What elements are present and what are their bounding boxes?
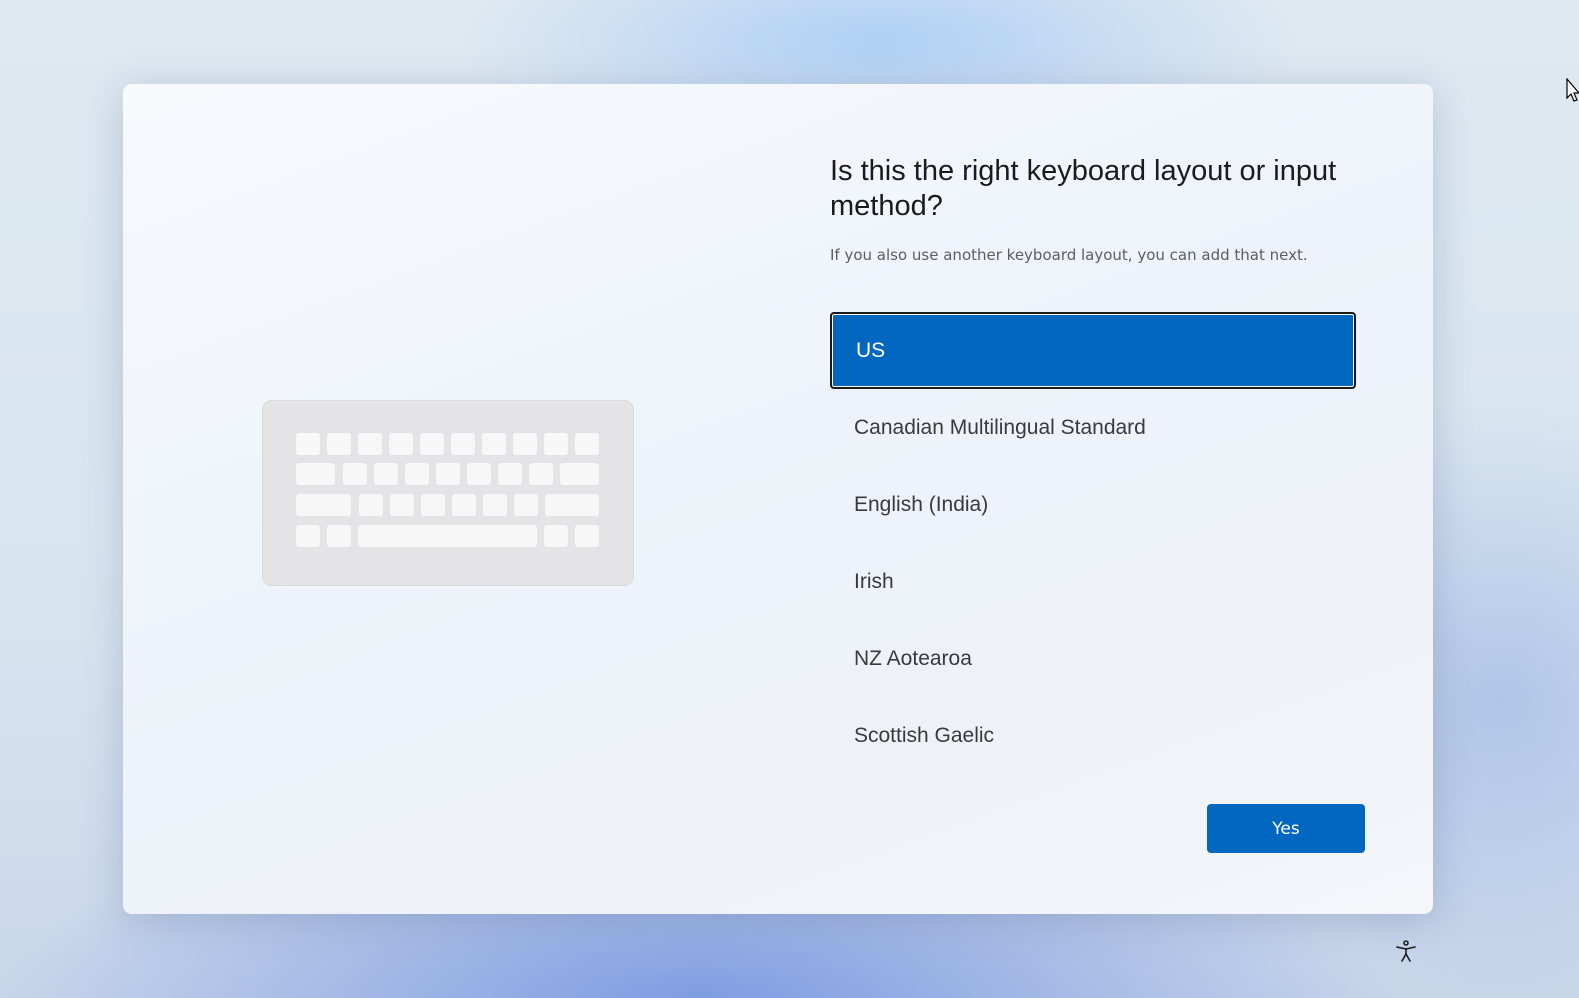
accessibility-icon[interactable] [1394, 939, 1418, 963]
layout-option-nz-aotearoa[interactable]: NZ Aotearoa [830, 620, 1356, 697]
layout-option-english-india[interactable]: English (India) [830, 466, 1356, 543]
layout-option-label: US [856, 338, 886, 362]
layout-option-irish[interactable]: Irish [830, 543, 1356, 620]
setup-dialog: Is this the right keyboard layout or inp… [123, 84, 1433, 914]
layout-option-canadian-multilingual-standard[interactable]: Canadian Multilingual Standard [830, 389, 1356, 466]
keyboard-layout-list[interactable]: US Canadian Multilingual Standard Englis… [830, 312, 1356, 774]
keyboard-icon [262, 400, 634, 586]
mouse-pointer-icon [1566, 78, 1579, 102]
layout-option-scottish-gaelic[interactable]: Scottish Gaelic [830, 697, 1356, 774]
layout-option-label: English (India) [854, 492, 989, 516]
layout-option-label: NZ Aotearoa [854, 646, 972, 670]
layout-option-us[interactable]: US [830, 312, 1356, 389]
yes-button[interactable]: Yes [1207, 804, 1365, 853]
layout-option-label: Irish [854, 569, 894, 593]
page-subtitle: If you also use another keyboard layout,… [830, 246, 1308, 264]
layout-option-label: Canadian Multilingual Standard [854, 415, 1146, 439]
layout-option-label: Scottish Gaelic [854, 723, 995, 747]
setup-content: Is this the right keyboard layout or inp… [830, 154, 1390, 264]
page-title: Is this the right keyboard layout or inp… [830, 155, 1337, 222]
